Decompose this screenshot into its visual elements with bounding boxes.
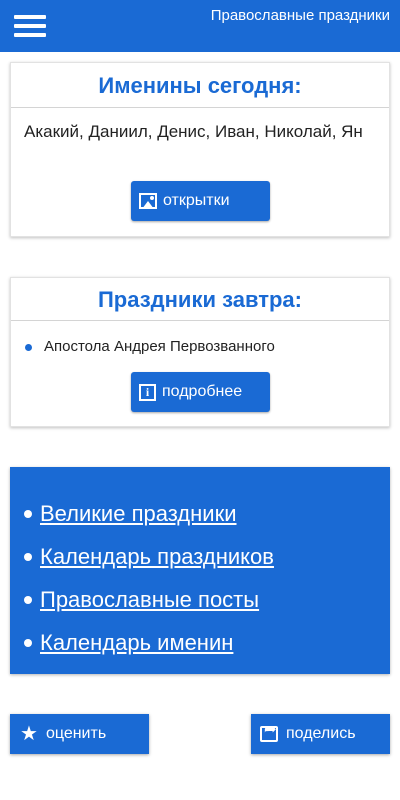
app-title: Православные праздники <box>210 7 390 24</box>
holiday-name: Апостола Андрея Первозванного <box>44 338 275 355</box>
menu-icon-bar <box>14 33 46 37</box>
list-item: Великие праздники <box>10 492 390 535</box>
star-icon: ★ <box>20 723 38 745</box>
bullet-icon <box>24 509 32 518</box>
list-item: Календарь праздников <box>10 535 390 578</box>
link-orthodox-fasts[interactable]: Православные посты <box>40 587 259 613</box>
menu-icon[interactable] <box>14 13 48 39</box>
rate-button[interactable]: ★ оценить <box>10 714 149 754</box>
share-button[interactable]: поделись <box>251 714 390 754</box>
namedays-names: Акакий, Даниил, Денис, Иван, Николай, Ян <box>24 122 363 141</box>
menu-icon-bar <box>14 15 46 19</box>
holidays-title: Праздники завтра: <box>11 278 389 321</box>
rate-button-label: оценить <box>45 725 107 742</box>
bullet-icon <box>24 595 32 604</box>
namedays-title: Именины сегодня: <box>11 63 389 108</box>
menu-icon-bar <box>14 24 46 28</box>
list-item: Православные посты <box>10 578 390 621</box>
holidays-card: Праздники завтра: Апостола Андрея Первоз… <box>10 277 390 427</box>
share-button-label: поделись <box>286 725 356 742</box>
postcards-button-label: открытки <box>163 192 230 209</box>
link-holiday-calendar[interactable]: Календарь праздников <box>40 544 274 570</box>
bullet-icon <box>25 343 32 351</box>
image-icon <box>139 193 157 209</box>
bullet-icon <box>24 552 32 561</box>
link-great-holidays[interactable]: Великие праздники <box>40 501 237 527</box>
namedays-card: Именины сегодня: Акакий, Даниил, Денис, … <box>10 62 390 237</box>
details-button-label: подробнее <box>162 383 243 400</box>
share-icon <box>260 720 278 742</box>
list-item: Календарь именин <box>10 621 390 664</box>
postcards-button[interactable]: открытки <box>131 181 270 221</box>
link-nameday-calendar[interactable]: Календарь именин <box>40 630 233 656</box>
info-icon: i <box>139 383 156 401</box>
links-panel: Великие праздники Календарь праздников П… <box>10 467 390 674</box>
app-bar: Православные праздники <box>0 0 400 52</box>
bullet-icon <box>24 638 32 647</box>
details-button[interactable]: i подробнее <box>131 372 270 412</box>
list-item: Апостола Андрея Первозванного <box>25 338 275 355</box>
